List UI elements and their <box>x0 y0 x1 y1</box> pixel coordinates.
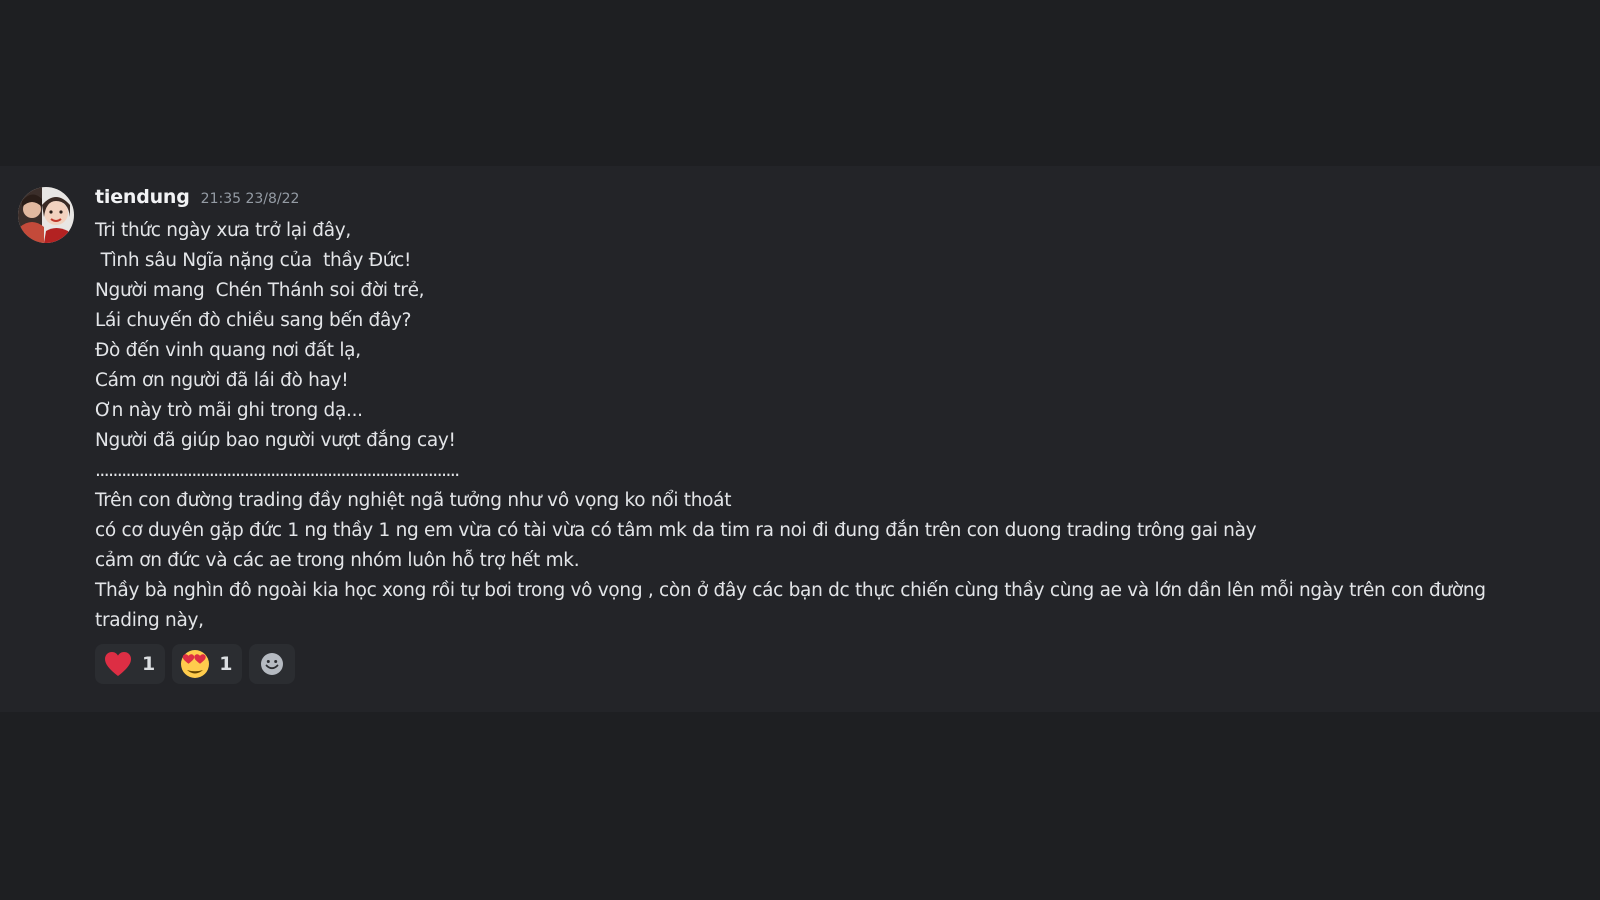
timestamp: 21:35 23/8/22 <box>200 191 300 207</box>
reaction-count: 1 <box>142 653 156 675</box>
reaction-heart-eyes[interactable]: 1 <box>172 644 243 684</box>
add-reaction-icon <box>257 649 287 679</box>
message-line: Đò đến vinh quang nơi đất lạ, <box>95 340 361 361</box>
message-separator: ........................................… <box>95 460 460 481</box>
avatar[interactable] <box>18 187 74 243</box>
reaction-bar: 1 1 <box>95 644 1530 684</box>
chat-message: tiendung 21:35 23/8/22 Tri thức ngày xưa… <box>0 166 1600 712</box>
message-line: Tri thức ngày xưa trở lại đây, <box>95 220 351 241</box>
heart-icon <box>103 649 133 679</box>
message-line: Người mang Chén Thánh soi đời trẻ, <box>95 280 425 301</box>
heart-eyes-icon <box>180 649 210 679</box>
message-line: Người đã giúp bao người vượt đắng cay! <box>95 430 456 451</box>
add-reaction-button[interactable] <box>249 644 296 684</box>
message-content: tiendung 21:35 23/8/22 Tri thức ngày xưa… <box>95 186 1530 684</box>
username[interactable]: tiendung <box>95 186 190 208</box>
message-line: Tình sâu Ngĩa nặng của thầy Đức! <box>95 250 412 271</box>
message-line: Cám ơn người đã lái đò hay! <box>95 370 349 391</box>
reaction-heart[interactable]: 1 <box>95 644 166 684</box>
message-line: có cơ duyên gặp đức 1 ng thầy 1 ng em vừ… <box>95 520 1257 541</box>
message-line: Ơn này trò mãi ghi trong dạ... <box>95 400 363 421</box>
message-line: Lái chuyến đò chiều sang bến đây? <box>95 310 412 331</box>
reaction-count: 1 <box>219 653 233 675</box>
message-header: tiendung 21:35 23/8/22 <box>95 186 1530 210</box>
message-line: cảm ơn đức và các ae trong nhóm luôn hỗ … <box>95 550 580 571</box>
avatar-photo-icon <box>18 187 74 243</box>
message-line: Thầy bà nghìn đô ngoài kia học xong rồi … <box>95 580 1486 631</box>
message-line: Trên con đường trading đầy nghiệt ngã tư… <box>95 490 732 511</box>
message-body: Tri thức ngày xưa trở lại đây, Tình sâu … <box>95 216 1530 636</box>
